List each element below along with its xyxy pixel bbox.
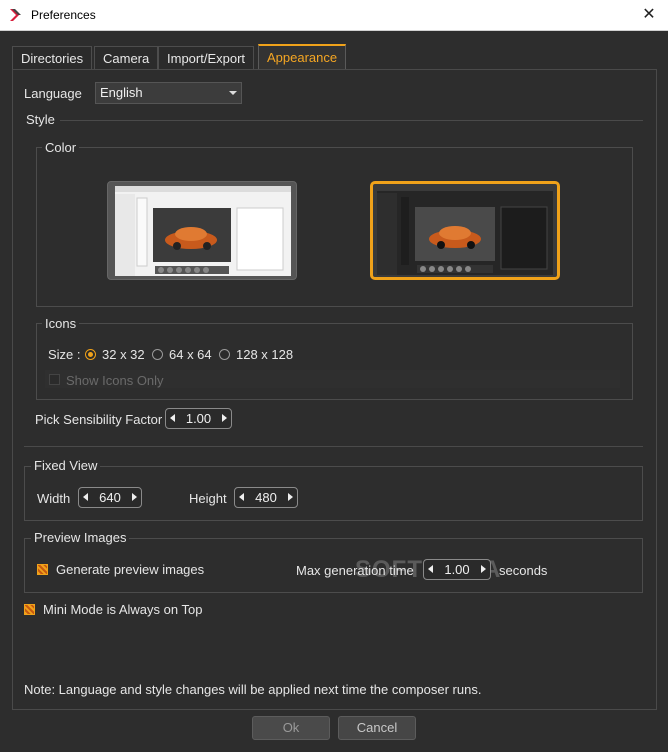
increment-arrow-icon[interactable]	[222, 414, 227, 422]
icon-size-label: Size :	[48, 347, 81, 362]
color-group-title: Color	[42, 140, 80, 155]
light-theme-preview[interactable]	[107, 181, 297, 280]
show-icons-only-checkbox[interactable]	[49, 374, 60, 385]
window-title: Preferences	[31, 8, 96, 22]
mini-mode-label: Mini Mode is Always on Top	[43, 602, 203, 617]
height-value: 480	[255, 490, 277, 505]
icons-group-title: Icons	[42, 316, 80, 331]
max-generation-time-spinner[interactable]: 1.00	[423, 559, 491, 580]
tab-directories[interactable]: Directories	[12, 46, 93, 70]
width-label: Width	[37, 491, 71, 506]
size-64-radio[interactable]	[152, 349, 163, 360]
preview-images-title: Preview Images	[31, 530, 130, 545]
increment-arrow-icon[interactable]	[132, 493, 137, 501]
dark-theme-screenshot	[377, 185, 553, 275]
chevron-down-icon	[229, 91, 237, 95]
close-icon[interactable]: ✕	[638, 4, 660, 26]
style-bottom-divider	[24, 446, 643, 447]
generate-preview-label: Generate preview images	[56, 562, 205, 577]
show-icons-only-label: Show Icons Only	[66, 373, 164, 388]
ok-button[interactable]: Ok	[252, 716, 330, 740]
cancel-button[interactable]: Cancel	[338, 716, 416, 740]
height-spinner[interactable]: 480	[234, 487, 298, 508]
max-generation-time-value: 1.00	[444, 562, 470, 577]
size-128-radio[interactable]	[219, 349, 230, 360]
style-label: Style	[26, 112, 55, 127]
decrement-arrow-icon[interactable]	[239, 493, 244, 501]
height-label: Height	[189, 491, 227, 506]
tab-appearance[interactable]: Appearance	[258, 44, 347, 70]
size-64-label: 64 x 64	[169, 347, 212, 362]
decrement-arrow-icon[interactable]	[83, 493, 88, 501]
seconds-unit-label: seconds	[499, 563, 548, 578]
language-dropdown[interactable]: English	[95, 82, 242, 104]
title-bar: Preferences ✕	[0, 0, 668, 31]
size-32-label: 32 x 32	[102, 347, 145, 362]
increment-arrow-icon[interactable]	[481, 565, 486, 573]
app-logo-icon	[10, 9, 21, 21]
increment-arrow-icon[interactable]	[288, 493, 293, 501]
size-128-label: 128 x 128	[236, 347, 294, 362]
width-value: 640	[99, 490, 121, 505]
size-32-radio[interactable]	[85, 349, 96, 360]
decrement-arrow-icon[interactable]	[428, 565, 433, 573]
max-generation-time-label: Max generation time	[296, 563, 414, 578]
style-divider	[60, 120, 643, 121]
light-theme-screenshot	[115, 186, 291, 276]
language-label: Language	[24, 86, 82, 101]
fixed-view-title: Fixed View	[31, 458, 101, 473]
language-value: English	[100, 85, 143, 100]
decrement-arrow-icon[interactable]	[170, 414, 175, 422]
pick-sensibility-value: 1.00	[185, 411, 212, 426]
width-spinner[interactable]: 640	[78, 487, 142, 508]
mini-mode-checkbox[interactable]	[24, 604, 35, 615]
generate-preview-checkbox[interactable]	[37, 564, 48, 575]
pick-sensibility-label: Pick Sensibility Factor	[35, 412, 163, 427]
dark-theme-preview[interactable]	[370, 181, 560, 280]
pick-sensibility-spinner[interactable]: 1.00	[165, 408, 232, 429]
tab-camera[interactable]: Camera	[94, 46, 159, 70]
restart-note: Note: Language and style changes will be…	[24, 682, 482, 697]
tab-import-export[interactable]: Import/Export	[158, 46, 255, 70]
